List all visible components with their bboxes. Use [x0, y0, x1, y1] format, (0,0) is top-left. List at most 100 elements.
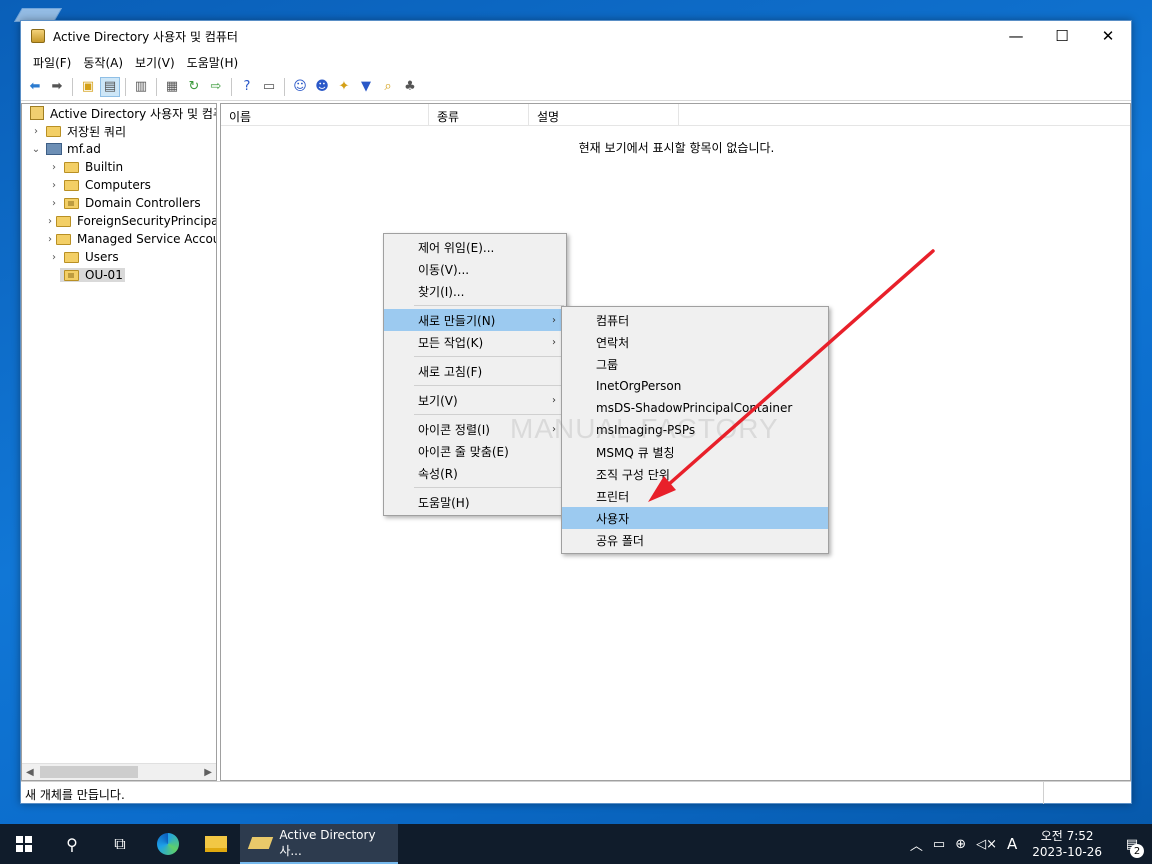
- menu-view[interactable]: 보기(V): [129, 54, 181, 71]
- notification-count: 2: [1130, 844, 1144, 858]
- menu-action[interactable]: 동작(A): [77, 54, 129, 71]
- tree-item-managed-service-accounts[interactable]: › Managed Service Accounts: [22, 230, 216, 248]
- new-user-icon[interactable]: ☺: [290, 77, 310, 97]
- context-menu-item[interactable]: 찾기(I)...: [384, 280, 566, 302]
- folder-icon: [64, 161, 79, 173]
- submenu-item[interactable]: 사용자: [562, 507, 828, 529]
- refresh-icon[interactable]: ↻: [184, 77, 204, 97]
- context-menu-item[interactable]: 도움말(H): [384, 491, 566, 513]
- tree-root[interactable]: Active Directory 사용자 및 컴퓨터: [22, 104, 216, 122]
- ime-indicator[interactable]: A: [1002, 835, 1022, 853]
- context-menu-item[interactable]: 아이콘 줄 맞춤(E): [384, 440, 566, 462]
- tree-item-saved-queries[interactable]: › 저장된 쿼리: [22, 122, 216, 140]
- column-header-type[interactable]: 종류: [429, 104, 529, 125]
- notification-button[interactable]: ▤ 2: [1112, 824, 1152, 864]
- file-explorer-button[interactable]: [192, 824, 240, 864]
- tree-item-domain-controllers[interactable]: › Domain Controllers: [22, 194, 216, 212]
- tree-item-computers[interactable]: › Computers: [22, 176, 216, 194]
- context-menu-item[interactable]: 속성(R): [384, 462, 566, 484]
- tree-pane[interactable]: Active Directory 사용자 및 컴퓨터 › 저장된 쿼리 ⌄ mf…: [21, 103, 217, 781]
- new-group-icon[interactable]: ☻: [312, 77, 332, 97]
- export-list-icon[interactable]: ⇨: [206, 77, 226, 97]
- window-title: Active Directory 사용자 및 컴퓨터: [53, 29, 238, 44]
- chevron-right-icon[interactable]: ›: [48, 216, 52, 227]
- chevron-up-icon[interactable]: ︿: [905, 835, 928, 854]
- submenu-item[interactable]: msDS-ShadowPrincipalContainer: [562, 397, 828, 419]
- close-button[interactable]: ✕: [1085, 21, 1131, 51]
- search-icon[interactable]: ⚲: [48, 824, 96, 864]
- submenu-item[interactable]: 조직 구성 단위: [562, 463, 828, 485]
- clipboard-icon[interactable]: ▥: [131, 77, 151, 97]
- globe-icon[interactable]: ⊕: [950, 837, 971, 852]
- menu-separator: [414, 414, 564, 415]
- network-adapter-icon[interactable]: ▭: [928, 837, 950, 852]
- minimize-button[interactable]: —: [993, 21, 1039, 51]
- edge-icon: [157, 833, 179, 855]
- tree-item-domain[interactable]: ⌄ mf.ad: [22, 140, 216, 158]
- chevron-right-icon[interactable]: ›: [48, 198, 60, 209]
- filter-icon[interactable]: ▼: [356, 77, 376, 97]
- clock-date: 2023-10-26: [1032, 845, 1102, 859]
- back-icon[interactable]: ⬅: [25, 77, 45, 97]
- context-menu-item-label: 아이콘 정렬(I): [418, 422, 490, 437]
- tree-item-builtin[interactable]: › Builtin: [22, 158, 216, 176]
- context-menu-item-label: 아이콘 줄 맞춤(E): [418, 444, 509, 459]
- add-to-group-icon[interactable]: ♣: [400, 77, 420, 97]
- tree-item-ou-01[interactable]: OU-01: [22, 266, 216, 284]
- task-view-icon[interactable]: ⧉: [96, 824, 144, 864]
- selected-node[interactable]: OU-01: [60, 268, 125, 282]
- taskbar: ⚲ ⧉ Active Directory 사... ︿ ▭ ⊕ ◁× A 오전 …: [0, 824, 1152, 864]
- submenu-arrow-icon: ›: [552, 314, 556, 326]
- chevron-right-icon[interactable]: ›: [48, 234, 52, 245]
- context-menu-item[interactable]: 아이콘 정렬(I) ›: [384, 418, 566, 440]
- context-menu-item[interactable]: 새로 고침(F): [384, 360, 566, 382]
- maximize-button[interactable]: ☐: [1039, 21, 1085, 51]
- chevron-right-icon[interactable]: ›: [48, 180, 60, 191]
- tree-item-foreign-security-principals[interactable]: › ForeignSecurityPrincipals: [22, 212, 216, 230]
- submenu-item[interactable]: 공유 폴더: [562, 529, 828, 551]
- context-menu-item[interactable]: 보기(V) ›: [384, 389, 566, 411]
- forward-icon[interactable]: ➡: [47, 77, 67, 97]
- volume-muted-icon[interactable]: ◁×: [971, 837, 1002, 852]
- taskbar-app-ad-users[interactable]: Active Directory 사...: [240, 824, 398, 864]
- scroll-thumb[interactable]: [40, 766, 138, 778]
- submenu-item[interactable]: 프린터: [562, 485, 828, 507]
- menu-file[interactable]: 파일(F): [27, 54, 77, 71]
- scroll-left-icon[interactable]: ◀: [26, 767, 34, 778]
- help-icon[interactable]: ?: [237, 77, 257, 97]
- submenu-item[interactable]: 그룹: [562, 353, 828, 375]
- context-menu-item[interactable]: 이동(V)...: [384, 258, 566, 280]
- chevron-right-icon[interactable]: ›: [48, 252, 60, 263]
- new-ou-icon[interactable]: ✦: [334, 77, 354, 97]
- context-menu-item[interactable]: 새로 만들기(N) ›: [384, 309, 566, 331]
- toolbar: ⬅ ➡ ▣ ▤ ▥ ▦ ↻ ⇨ ? ▭ ☺ ☻ ✦ ▼ ⌕ ♣: [21, 73, 1131, 101]
- submenu-item[interactable]: 컴퓨터: [562, 309, 828, 331]
- context-menu-item[interactable]: 제어 위임(E)...: [384, 236, 566, 258]
- context-menu: 제어 위임(E)... 이동(V)... 찾기(I)... 새로 만들기(N) › 모든 …: [383, 233, 567, 516]
- column-headers: 이름 종류 설명: [221, 104, 1130, 126]
- start-button[interactable]: [0, 824, 48, 864]
- submenu-item[interactable]: 연락처: [562, 331, 828, 353]
- context-menu-item-label: 새로 고침(F): [418, 364, 483, 379]
- up-folder-icon[interactable]: ▣: [78, 77, 98, 97]
- chevron-right-icon[interactable]: ›: [30, 126, 42, 137]
- submenu-item[interactable]: msImaging-PSPs: [562, 419, 828, 441]
- edge-browser-button[interactable]: [144, 824, 192, 864]
- tree-horizontal-scrollbar[interactable]: ◀ ▶: [22, 763, 216, 780]
- menu-help[interactable]: 도움말(H): [181, 54, 245, 71]
- submenu-item[interactable]: InetOrgPerson: [562, 375, 828, 397]
- folder-icon: [64, 179, 79, 191]
- console-icon[interactable]: ▭: [259, 77, 279, 97]
- tree-item-users[interactable]: › Users: [22, 248, 216, 266]
- find-icon[interactable]: ⌕: [378, 77, 398, 97]
- properties-icon[interactable]: ▦: [162, 77, 182, 97]
- column-header-description[interactable]: 설명: [529, 104, 679, 125]
- chevron-right-icon[interactable]: ›: [48, 162, 60, 173]
- chevron-down-icon[interactable]: ⌄: [30, 144, 42, 155]
- scroll-right-icon[interactable]: ▶: [204, 767, 212, 778]
- clock[interactable]: 오전 7:52 2023-10-26: [1022, 828, 1112, 860]
- submenu-item[interactable]: MSMQ 큐 별칭: [562, 441, 828, 463]
- context-menu-item[interactable]: 모든 작업(K) ›: [384, 331, 566, 353]
- column-header-name[interactable]: 이름: [221, 104, 429, 125]
- show-tree-icon[interactable]: ▤: [100, 76, 120, 97]
